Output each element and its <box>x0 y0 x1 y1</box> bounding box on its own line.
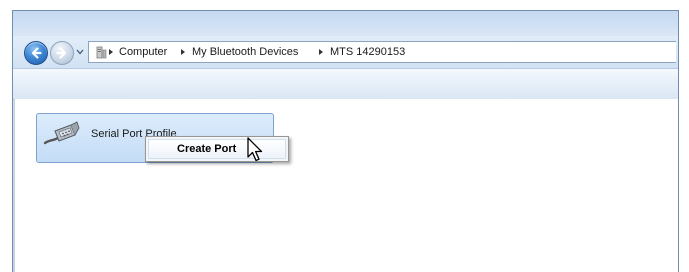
breadcrumb-separator[interactable] <box>109 49 113 55</box>
computer-folder-icon <box>96 46 107 59</box>
file-list-pane: Serial Port Profile <box>14 99 678 272</box>
breadcrumb-bluetooth-devices[interactable]: My Bluetooth Devices <box>192 45 298 59</box>
recent-pages-icon[interactable] <box>76 49 84 55</box>
breadcrumb-separator[interactable] <box>319 49 323 55</box>
mouse-pointer-icon <box>247 137 263 162</box>
command-bar <box>13 68 678 100</box>
context-menu: Create Port <box>145 136 289 162</box>
explorer-window: Computer My Bluetooth Devices MTS 142901… <box>12 10 679 272</box>
serial-port-icon <box>43 121 80 145</box>
breadcrumb-device[interactable]: MTS 14290153 <box>330 45 405 59</box>
title-bar <box>13 11 678 36</box>
menu-item-label: Create Port <box>177 143 237 155</box>
forward-button[interactable] <box>50 41 74 65</box>
breadcrumb-separator[interactable] <box>181 49 185 55</box>
forward-arrow-icon <box>56 47 67 59</box>
back-button[interactable] <box>24 41 48 65</box>
breadcrumb-computer[interactable]: Computer <box>119 45 167 59</box>
address-bar[interactable]: Computer My Bluetooth Devices MTS 142901… <box>88 41 676 63</box>
create-port-menu-item[interactable]: Create Port <box>148 139 286 159</box>
back-arrow-icon <box>31 47 42 59</box>
